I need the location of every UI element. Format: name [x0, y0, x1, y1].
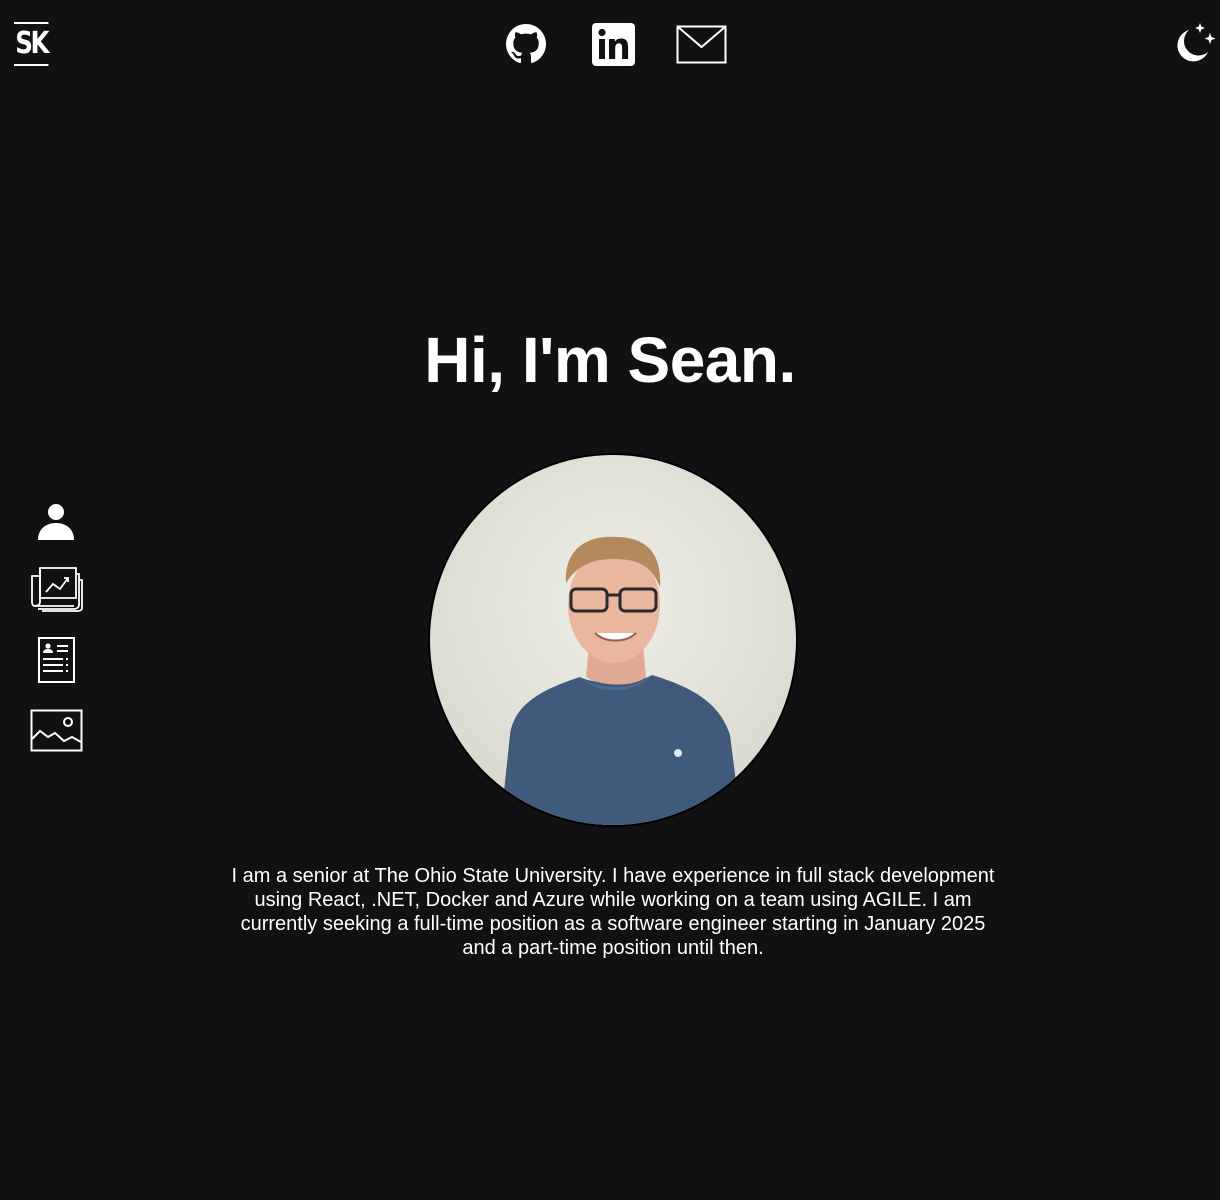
linkedin-link[interactable] — [592, 23, 635, 66]
avatar — [428, 453, 798, 827]
bio-text: I am a senior at The Ohio State Universi… — [231, 865, 995, 959]
logo-text: SK — [15, 26, 49, 61]
linkedin-icon — [592, 23, 635, 66]
nav-resume-link[interactable] — [37, 636, 77, 684]
email-link[interactable] — [676, 25, 727, 64]
portfolio-page: SK Hi, I'm Sean. I am a senior at The Oh… — [0, 0, 1220, 1200]
moon-stars-icon — [1177, 23, 1216, 62]
github-link[interactable] — [506, 24, 546, 64]
profile-photo — [430, 455, 796, 825]
page-title: Hi, I'm Sean. — [424, 324, 796, 396]
newspaper-chart-icon — [31, 567, 83, 612]
person-icon — [38, 504, 74, 540]
nav-about-link[interactable] — [36, 502, 76, 542]
github-icon — [506, 24, 546, 64]
theme-toggle-button[interactable] — [1172, 22, 1216, 66]
image-icon — [30, 709, 83, 752]
nav-gallery-link[interactable] — [30, 709, 83, 752]
mail-icon — [676, 25, 727, 64]
logo-home-link[interactable]: SK — [14, 22, 50, 66]
nav-projects-link[interactable] — [30, 566, 84, 612]
resume-icon — [38, 637, 75, 683]
